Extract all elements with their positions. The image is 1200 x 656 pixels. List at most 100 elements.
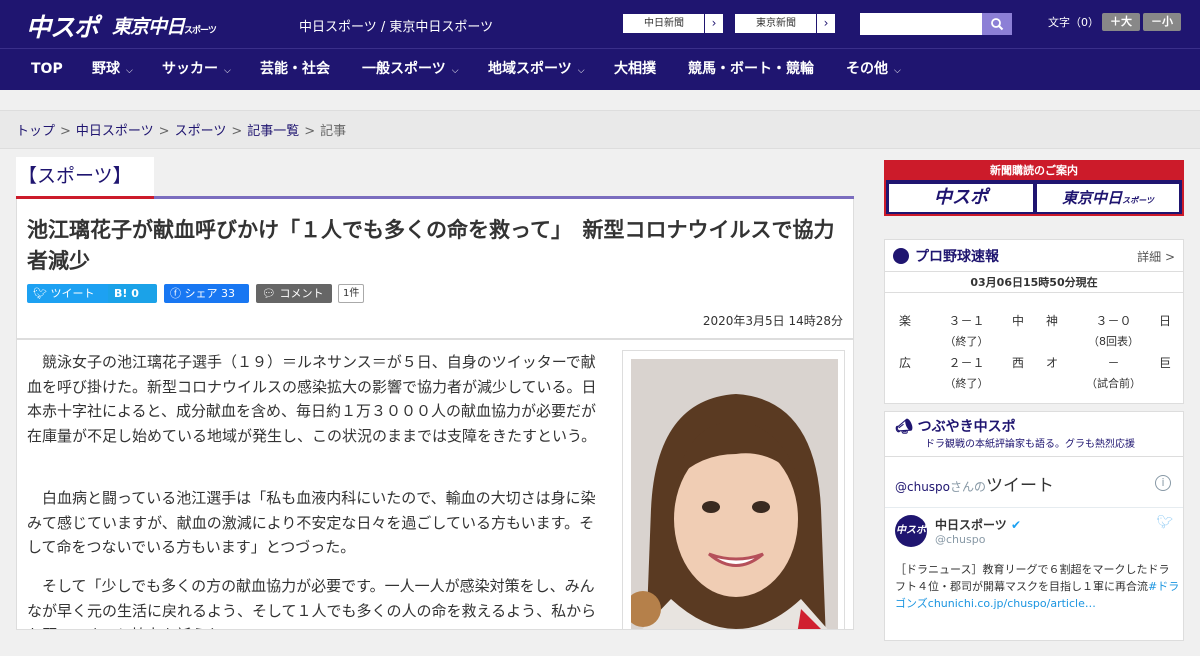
article-paragraph: そして「少しでも多くの方の献血協力が必要です。一人一人が感染対策をし、みんなが早… <box>27 577 597 629</box>
site-header: 中スポ 東京中日スポーツ 中日スポーツ / 東京中日スポーツ 中日新聞 › 東京新… <box>0 0 1200 48</box>
nav-item-top[interactable]: TOP <box>31 49 63 90</box>
chunichi-shimbun-link[interactable]: 中日新聞 › <box>622 13 724 34</box>
tokyo-logo-sub: スポーツ <box>184 26 217 36</box>
article-paragraph: 競泳女子の池江璃花子選手（１９）＝ルネサンス＝が５日、自身のツイッターで献血を呼… <box>27 353 597 445</box>
facebook-label: シェア <box>184 287 218 300</box>
nav-item-other[interactable]: その他 ⌵ <box>846 49 901 90</box>
nav-label: サッカー <box>162 61 218 77</box>
chevron-down-icon: ⌵ <box>224 66 231 76</box>
comment-bubble-icon: 💬︎ <box>262 287 280 300</box>
breadcrumb-current: 記事 <box>320 124 347 139</box>
timeline-by-suffix: さんの <box>950 480 987 494</box>
hatena-bookmark-button[interactable]: B! 0 <box>108 284 157 303</box>
game-score[interactable]: オ － 巨 （試合前） <box>1036 346 1181 390</box>
nav-item-general-sports[interactable]: 一般スポーツ ⌵ <box>362 49 459 90</box>
facebook-count: 33 <box>221 287 235 300</box>
avatar[interactable]: 中スポ <box>895 515 927 547</box>
breadcrumb-article-list[interactable]: 記事一覧 <box>247 124 299 139</box>
article-paragraph: 白血病と闘っている池江選手は「私も血液内科にいたので、輸血の大切さは身に染みて感… <box>27 489 596 556</box>
breadcrumb-separator: > <box>231 124 243 139</box>
nav-item-baseball[interactable]: 野球 ⌵ <box>92 49 133 90</box>
tweet-body: ［ドラニュース］教育リーグで６割超をマークしたドラフト４位・郡司が開幕マスクを目… <box>895 563 1170 593</box>
ad-strip <box>0 90 1200 111</box>
nav-label: 競馬・ボート・競輪 <box>688 61 814 77</box>
breadcrumb-sports[interactable]: スポーツ <box>175 124 227 139</box>
nav-label: 大相撲 <box>614 61 656 77</box>
chevron-down-icon: ⌵ <box>451 66 459 76</box>
facebook-share-button[interactable]: ⓕ シェア 33 <box>164 284 249 303</box>
home-team: 神 <box>1046 314 1059 328</box>
score: ３－１ <box>948 314 985 328</box>
away-team: 中 <box>1011 314 1024 328</box>
home-team: オ <box>1046 356 1059 370</box>
game-score[interactable]: 楽 ３－１ 中（終了） <box>889 304 1034 348</box>
nav-item-racing[interactable]: 競馬・ボート・競輪 <box>688 49 814 90</box>
breadcrumb-separator: > <box>304 124 316 139</box>
tweet-button[interactable]: 🐦︎ ツイート <box>27 284 111 303</box>
breadcrumb-separator: > <box>60 124 71 139</box>
away-team: 西 <box>1011 356 1024 370</box>
chuspo-logo[interactable]: 中スポ <box>26 8 99 44</box>
subscription-heading: 新聞購読のご案内 <box>886 162 1182 180</box>
article-photo[interactable] <box>631 359 838 629</box>
away-team: 日 <box>1158 314 1171 328</box>
baseball-title-text: プロ野球速報 <box>915 249 999 265</box>
subscription-banner[interactable]: 新聞購読のご案内 中スポ 東京中日スポーツ <box>884 160 1184 216</box>
nav-label: TOP <box>31 61 63 77</box>
account-name-text: 中日スポーツ <box>935 518 1007 532</box>
game-score[interactable]: 神 ３－０ 日（8回表） <box>1036 304 1181 348</box>
search-icon <box>991 18 1004 31</box>
twitter-widget: 📣︎ つぶやき中スポ ドラ観戦の本紙評論家も語る。グラも熱烈応援 @chuspo… <box>884 411 1184 641</box>
game-status: （試合前） <box>1086 377 1141 390</box>
font-smaller-button[interactable]: －小 <box>1143 13 1181 31</box>
timeline-header: @chuspoさんのツイート <box>895 471 1054 496</box>
tweet-account-name[interactable]: 中日スポーツ ✔︎ <box>935 516 1021 533</box>
breadcrumb: トップ > 中日スポーツ > スポーツ > 記事一覧 > 記事 <box>0 111 1200 149</box>
game-score[interactable]: 広 ２－１ 西 （終了） <box>889 346 1034 390</box>
chevron-down-icon: ⌵ <box>894 66 901 76</box>
verified-badge-icon: ✔︎ <box>1010 518 1022 532</box>
nav-item-entertainment[interactable]: 芸能・社会 <box>260 49 330 90</box>
search-button[interactable] <box>982 13 1012 35</box>
article-photo-frame <box>622 350 845 629</box>
nav-item-sumo[interactable]: 大相撲 <box>614 49 656 90</box>
info-icon[interactable]: i <box>1155 475 1171 491</box>
score: － <box>1107 356 1120 370</box>
site-names: 中日スポーツ / 東京中日スポーツ <box>299 20 494 35</box>
tweet-account-handle[interactable]: @chuspo <box>935 533 985 546</box>
main-nav: TOP 野球 ⌵ サッカー ⌵ 芸能・社会 一般スポーツ ⌵ 地域スポーツ ⌵ 大相撲 … <box>0 48 1200 90</box>
timeline-handle[interactable]: @chuspo <box>895 480 950 494</box>
comment-label: コメント <box>279 287 324 300</box>
game-status: （終了） <box>944 377 989 390</box>
twitter-bird-icon[interactable]: 🐦︎ <box>1156 515 1173 530</box>
chevron-down-icon: ⌵ <box>126 66 133 76</box>
tokyo-shimbun-link[interactable]: 東京新聞 › <box>734 13 836 34</box>
font-size-label: 文字（0） <box>1048 16 1099 29</box>
chunichi-shimbun-label: 中日新聞 <box>644 18 684 29</box>
twitter-widget-subtitle: ドラ観戦の本紙評論家も語る。グラも熱烈応援 <box>925 439 1135 450</box>
comment-button[interactable]: 💬︎ コメント <box>256 284 332 303</box>
home-team: 広 <box>899 356 912 370</box>
tweet-timeline: @chuspoさんのツイート i 中スポ 中日スポーツ ✔︎ @chuspo 🐦… <box>885 456 1183 656</box>
hatena-label: B! <box>114 287 128 300</box>
nav-item-soccer[interactable]: サッカー ⌵ <box>162 49 231 90</box>
font-bigger-button[interactable]: ＋大 <box>1102 13 1140 31</box>
chevron-down-icon: ⌵ <box>577 66 585 76</box>
nav-item-local-sports[interactable]: 地域スポーツ ⌵ <box>488 49 585 90</box>
tokyo-chunichi-logo[interactable]: 東京中日スポーツ <box>112 12 217 39</box>
breadcrumb-chunichi-sports[interactable]: 中日スポーツ <box>76 124 154 139</box>
timeline-divider <box>885 507 1183 508</box>
breadcrumb-top[interactable]: トップ <box>16 124 55 139</box>
comment-count[interactable]: 1件 <box>338 284 365 303</box>
breadcrumb-separator: > <box>158 124 170 139</box>
tweet-text: ［ドラニュース］教育リーグで６割超をマークしたドラフト４位・郡司が開幕マスクを目… <box>895 561 1180 612</box>
article-headline: 池江璃花子が献血呼びかけ「１人でも多くの命を救って」 新型コロナウイルスで協力者… <box>27 218 835 273</box>
chuspo-subscribe-logo[interactable]: 中スポ <box>889 184 1033 212</box>
search-input[interactable] <box>860 13 982 35</box>
twitter-widget-title: 📣︎ つぶやき中スポ <box>895 416 1016 436</box>
baseball-widget-title: プロ野球速報 <box>893 246 999 266</box>
tokyo-chunichi-subscribe-logo[interactable]: 東京中日スポーツ <box>1037 184 1179 212</box>
megaphone-icon: 📣︎ <box>895 419 918 435</box>
article-date: 2020年3月5日 14時28分 <box>702 314 843 328</box>
baseball-details-link[interactable]: 詳細 > <box>1137 248 1175 265</box>
